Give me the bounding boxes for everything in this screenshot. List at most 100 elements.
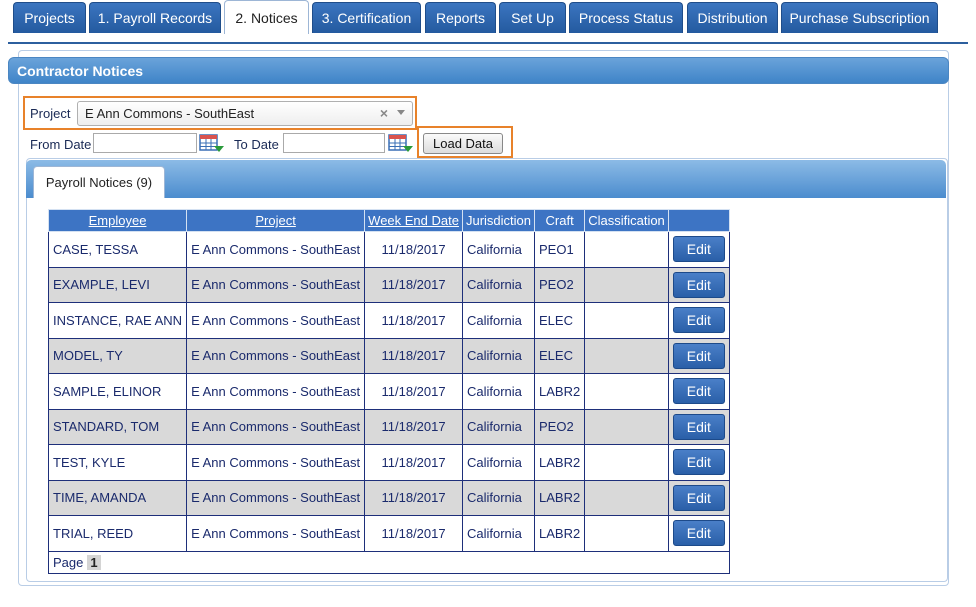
panel-title: Contractor Notices bbox=[8, 57, 949, 84]
edit-button[interactable]: Edit bbox=[672, 520, 725, 547]
cell-jurisdiction: California bbox=[461, 337, 536, 374]
cell-week-end-date: 11/18/2017 bbox=[364, 515, 463, 552]
tab-payroll-records[interactable]: 1. Payroll Records bbox=[89, 2, 221, 33]
cell-classification bbox=[584, 444, 669, 481]
cell-week-end-date: 11/18/2017 bbox=[364, 231, 463, 268]
header-actions bbox=[667, 209, 730, 232]
tab-projects[interactable]: Projects bbox=[13, 2, 86, 33]
cell-employee: INSTANCE, RAE ANN bbox=[47, 302, 188, 339]
tab-distribution[interactable]: Distribution bbox=[687, 2, 778, 33]
cell-classification bbox=[584, 373, 669, 410]
page-number-current[interactable]: 1 bbox=[87, 554, 101, 570]
project-label: Project bbox=[30, 106, 71, 121]
cell-week-end-date: 11/18/2017 bbox=[364, 444, 463, 481]
edit-button[interactable]: Edit bbox=[672, 236, 725, 263]
header-employee[interactable]: Employee bbox=[47, 209, 188, 232]
cell-project: E Ann Commons - SouthEast bbox=[186, 266, 366, 303]
table-row: TEST, KYLE E Ann Commons - SouthEast 11/18… bbox=[47, 444, 730, 481]
tab-reports[interactable]: Reports bbox=[425, 2, 496, 33]
cell-employee: STANDARD, TOM bbox=[47, 408, 188, 445]
from-date-label: From Date bbox=[30, 137, 92, 152]
edit-button[interactable]: Edit bbox=[672, 342, 725, 369]
cell-craft: PEO2 bbox=[533, 408, 586, 445]
cell-jurisdiction: California bbox=[461, 444, 536, 481]
cell-actions: Edit bbox=[667, 337, 730, 374]
tab-payroll-notices[interactable]: Payroll Notices (9) bbox=[33, 166, 165, 198]
tab-purchase-subscription[interactable]: Purchase Subscription bbox=[781, 2, 938, 33]
pager-row: Page 1 bbox=[48, 550, 730, 574]
cell-classification bbox=[584, 408, 669, 445]
cell-project: E Ann Commons - SouthEast bbox=[186, 373, 366, 410]
edit-button[interactable]: Edit bbox=[672, 378, 725, 405]
tab-process-status[interactable]: Process Status bbox=[569, 2, 683, 33]
cell-jurisdiction: California bbox=[461, 408, 536, 445]
to-date-label: To Date bbox=[234, 137, 279, 152]
table-row: TRIAL, REED E Ann Commons - SouthEast 11/1… bbox=[47, 515, 730, 552]
cell-actions: Edit bbox=[667, 231, 730, 268]
pager-label: Page bbox=[53, 554, 84, 570]
edit-button[interactable]: Edit bbox=[672, 484, 725, 511]
cell-jurisdiction: California bbox=[461, 515, 536, 552]
cell-craft: ELEC bbox=[533, 337, 586, 374]
table-row: INSTANCE, RAE ANN E Ann Commons - SouthEa… bbox=[47, 302, 730, 339]
edit-button[interactable]: Edit bbox=[672, 307, 725, 334]
cell-project: E Ann Commons - SouthEast bbox=[186, 515, 366, 552]
header-project[interactable]: Project bbox=[186, 209, 366, 232]
cell-project: E Ann Commons - SouthEast bbox=[186, 479, 366, 516]
cell-classification bbox=[584, 302, 669, 339]
cell-project: E Ann Commons - SouthEast bbox=[186, 231, 366, 268]
cell-project: E Ann Commons - SouthEast bbox=[186, 444, 366, 481]
cell-craft: PEO1 bbox=[533, 231, 586, 268]
edit-button[interactable]: Edit bbox=[672, 413, 725, 440]
to-date-input[interactable] bbox=[283, 133, 385, 153]
header-classification: Classification bbox=[584, 209, 669, 232]
cell-employee: EXAMPLE, LEVI bbox=[47, 266, 188, 303]
calendar-icon[interactable] bbox=[199, 134, 225, 154]
cell-employee: SAMPLE, ELINOR bbox=[47, 373, 188, 410]
cell-classification bbox=[584, 231, 669, 268]
edit-button[interactable]: Edit bbox=[672, 271, 725, 298]
header-week-end-date[interactable]: Week End Date bbox=[364, 209, 463, 232]
table-row: EXAMPLE, LEVI E Ann Commons - SouthEast 11… bbox=[47, 266, 730, 303]
cell-craft: LABR2 bbox=[533, 479, 586, 516]
cell-week-end-date: 11/18/2017 bbox=[364, 266, 463, 303]
cell-employee: TIME, AMANDA bbox=[47, 479, 188, 516]
payroll-notices-table: Employee Project Week End Date Jurisdict… bbox=[47, 209, 730, 574]
cell-craft: LABR2 bbox=[533, 444, 586, 481]
load-data-button[interactable]: Load Data bbox=[423, 133, 503, 154]
cell-actions: Edit bbox=[667, 479, 730, 516]
calendar-icon[interactable] bbox=[388, 134, 414, 154]
cell-classification bbox=[584, 266, 669, 303]
cell-actions: Edit bbox=[667, 302, 730, 339]
cell-craft: LABR2 bbox=[533, 515, 586, 552]
cell-jurisdiction: California bbox=[461, 266, 536, 303]
cell-craft: ELEC bbox=[533, 302, 586, 339]
cell-employee: CASE, TESSA bbox=[47, 231, 188, 268]
table-row: SAMPLE, ELINOR E Ann Commons - SouthEast 1… bbox=[47, 373, 730, 410]
cell-actions: Edit bbox=[667, 515, 730, 552]
header-craft: Craft bbox=[533, 209, 586, 232]
from-date-input[interactable] bbox=[93, 133, 197, 153]
clear-icon[interactable]: × bbox=[380, 105, 388, 121]
cell-actions: Edit bbox=[667, 266, 730, 303]
cell-employee: MODEL, TY bbox=[47, 337, 188, 374]
table-row: TIME, AMANDA E Ann Commons - SouthEast 11/… bbox=[47, 479, 730, 516]
cell-employee: TEST, KYLE bbox=[47, 444, 188, 481]
project-select[interactable]: E Ann Commons - SouthEast × bbox=[77, 101, 413, 126]
cell-craft: PEO2 bbox=[533, 266, 586, 303]
tab-notices[interactable]: 2. Notices bbox=[224, 0, 309, 34]
cell-week-end-date: 11/18/2017 bbox=[364, 337, 463, 374]
cell-classification bbox=[584, 337, 669, 374]
cell-jurisdiction: California bbox=[461, 302, 536, 339]
edit-button[interactable]: Edit bbox=[672, 449, 725, 476]
header-jurisdiction: Jurisdiction bbox=[461, 209, 536, 232]
dropdown-arrow-icon[interactable] bbox=[397, 110, 405, 115]
tab-certification[interactable]: 3. Certification bbox=[312, 2, 421, 33]
cell-project: E Ann Commons - SouthEast bbox=[186, 337, 366, 374]
cell-classification bbox=[584, 479, 669, 516]
cell-craft: LABR2 bbox=[533, 373, 586, 410]
cell-classification bbox=[584, 515, 669, 552]
tab-set-up[interactable]: Set Up bbox=[499, 2, 566, 33]
cell-project: E Ann Commons - SouthEast bbox=[186, 408, 366, 445]
table-header-row: Employee Project Week End Date Jurisdict… bbox=[47, 209, 730, 232]
